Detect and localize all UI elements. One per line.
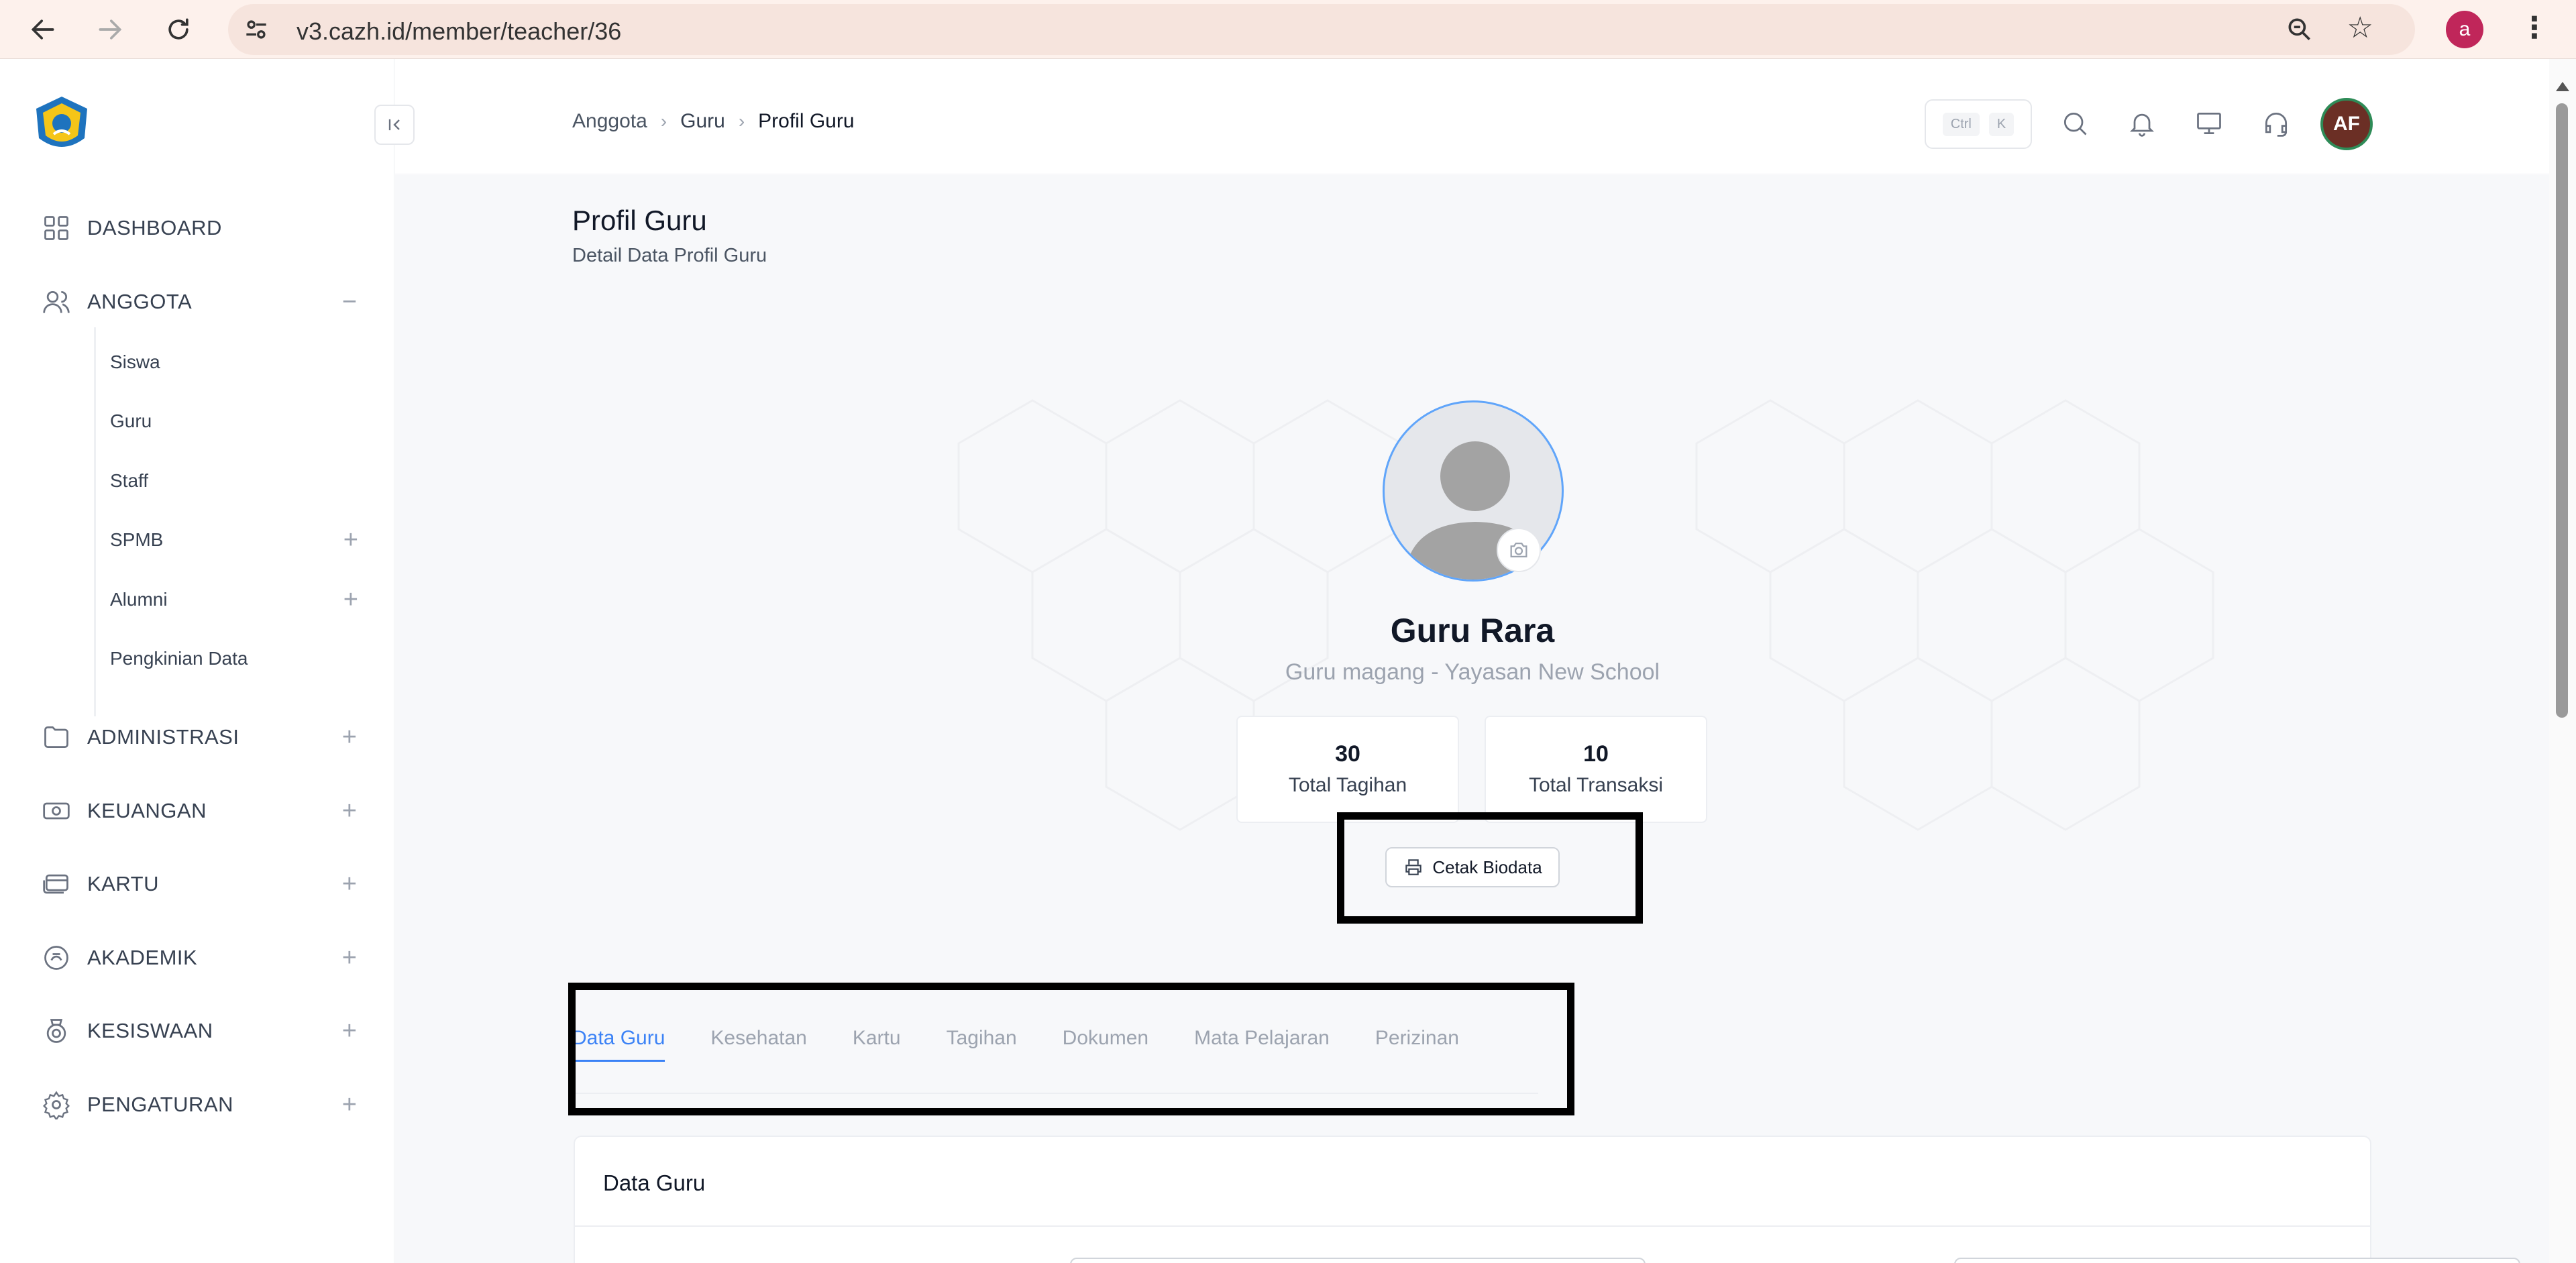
sidebar-subitem-label: Siswa <box>110 351 160 372</box>
page-subtitle: Detail Data Profil Guru <box>572 245 767 266</box>
reload-icon[interactable] <box>158 9 199 50</box>
sidebar-item-label: DASHBOARD <box>87 216 222 239</box>
camera-icon <box>1510 542 1527 558</box>
breadcrumb-anggota[interactable]: Anggota <box>572 110 647 133</box>
gear-icon <box>42 1091 70 1119</box>
sidebar-item-label: KEUANGAN <box>87 799 207 822</box>
divider <box>575 1225 2370 1227</box>
expand-toggle-icon[interactable]: + <box>342 1018 357 1044</box>
sidebar-item-keuangan[interactable]: KEUANGAN + <box>42 789 357 832</box>
sidebar-item-label: ANGGOTA <box>87 290 193 313</box>
profile-role: Guru magang - Yayasan New School <box>1285 659 1660 685</box>
grid-icon <box>44 216 68 240</box>
top-header: Anggota › Guru › Profil Guru Ctrl K AF <box>395 59 2549 174</box>
card-icon <box>43 874 68 894</box>
sidebar-subitem-label: Pengkinian Data <box>110 648 248 669</box>
sidebar-item-label: ADMINISTRASI <box>87 725 239 749</box>
sidebar-subitem-guru[interactable]: Guru <box>110 402 358 440</box>
headset-icon[interactable] <box>2261 109 2291 138</box>
kbd-ctrl: Ctrl <box>1942 112 1980 136</box>
expand-toggle-icon[interactable]: + <box>342 798 357 824</box>
bookmark-star-icon[interactable]: ☆ <box>2347 13 2373 43</box>
breadcrumb-guru[interactable]: Guru <box>680 110 725 133</box>
sidebar-subitem-spmb[interactable]: SPMB + <box>110 521 358 559</box>
expand-toggle-icon[interactable]: + <box>342 724 357 750</box>
page-scrollbar[interactable] <box>2549 59 2576 1263</box>
academic-icon <box>44 946 68 970</box>
profile-name: Guru Rara <box>1390 612 1555 649</box>
highlight-box <box>1337 812 1643 924</box>
back-arrow-icon[interactable] <box>23 9 63 50</box>
folder-icon <box>44 726 68 749</box>
expand-toggle-icon[interactable]: + <box>343 586 358 614</box>
zoom-icon[interactable] <box>2285 15 2314 44</box>
sidebar-subitem-siswa[interactable]: Siswa <box>110 343 358 381</box>
data-guru-card: Data Guru <box>574 1136 2520 1263</box>
highlight-box <box>568 983 1574 1115</box>
site-settings-icon[interactable] <box>241 15 271 44</box>
sidebar-subitem-label: Guru <box>110 410 152 431</box>
browser-toolbar: v3.cazh.id/member/teacher/36 ☆ a ⋮ <box>0 0 2576 59</box>
stat-value: 10 <box>1583 741 1609 767</box>
kbd-k: K <box>1988 112 2015 136</box>
chevron-right-icon: › <box>738 111 745 131</box>
expand-toggle-icon[interactable]: + <box>343 526 358 555</box>
breadcrumb: Anggota › Guru › Profil Guru <box>572 110 855 133</box>
page-title: Profil Guru <box>572 205 707 236</box>
form-field[interactable] <box>1954 1258 2520 1263</box>
cash-icon <box>43 802 70 820</box>
forward-arrow-icon[interactable] <box>90 9 130 50</box>
change-photo-button[interactable] <box>1497 528 1541 572</box>
submenu-line <box>94 327 96 716</box>
sidebar-item-administrasi[interactable]: ADMINISTRASI + <box>42 716 357 759</box>
sidebar-item-pengaturan[interactable]: PENGATURAN + <box>42 1083 357 1126</box>
sidebar-item-label: AKADEMIK <box>87 946 198 969</box>
badge-icon <box>46 1019 66 1043</box>
stat-total-transaksi: 10 Total Transaksi <box>1485 716 1707 823</box>
stat-value: 30 <box>1335 741 1360 767</box>
expand-toggle-icon[interactable]: + <box>342 1092 357 1117</box>
expand-toggle-icon[interactable]: + <box>342 945 357 971</box>
sidebar-item-label: KARTU <box>87 872 160 895</box>
sidebar-item-akademik[interactable]: AKADEMIK + <box>42 936 357 979</box>
sidebar-subitem-label: Alumni <box>110 589 168 610</box>
stat-label: Total Tagihan <box>1288 774 1407 796</box>
sidebar-item-anggota[interactable]: ANGGOTA − <box>42 280 357 323</box>
command-search-button[interactable]: Ctrl K <box>1925 99 2032 149</box>
sidebar: DASHBOARD ANGGOTA − Siswa Guru Staff SPM… <box>0 59 394 1263</box>
collapse-toggle-icon[interactable]: − <box>342 289 357 315</box>
browser-profile-avatar[interactable]: a <box>2446 11 2483 48</box>
user-avatar[interactable]: AF <box>2320 98 2373 150</box>
browser-menu-icon[interactable]: ⋮ <box>2520 11 2549 48</box>
sidebar-item-kartu[interactable]: KARTU + <box>42 863 357 905</box>
collapse-left-icon <box>388 119 400 131</box>
form-field[interactable] <box>1070 1258 1646 1263</box>
url-text[interactable]: v3.cazh.id/member/teacher/36 <box>297 17 621 46</box>
sidebar-subitem-staff[interactable]: Staff <box>110 462 358 500</box>
stat-label: Total Transaksi <box>1528 774 1664 796</box>
sidebar-collapse-button[interactable] <box>374 105 415 145</box>
sidebar-item-dashboard[interactable]: DASHBOARD <box>42 207 357 250</box>
search-icon[interactable] <box>2060 109 2090 138</box>
bell-icon[interactable] <box>2127 109 2157 138</box>
chevron-right-icon: › <box>660 111 667 131</box>
scroll-up-icon[interactable] <box>2556 82 2569 91</box>
school-logo[interactable] <box>31 94 93 156</box>
card-title: Data Guru <box>603 1170 706 1195</box>
sidebar-item-label: PENGATURAN <box>87 1093 234 1116</box>
users-icon <box>43 290 70 313</box>
sidebar-item-kesiswaan[interactable]: KESISWAAN + <box>42 1009 357 1052</box>
sidebar-subitem-alumni[interactable]: Alumni + <box>110 581 358 618</box>
sidebar-subitem-label: SPMB <box>110 529 164 550</box>
main-content: Profil Guru Detail Data Profil Guru Guru… <box>395 175 2549 1263</box>
sidebar-subitem-pengkinian-data[interactable]: Pengkinian Data <box>110 640 358 677</box>
scrollbar-thumb[interactable] <box>2556 103 2568 718</box>
expand-toggle-icon[interactable]: + <box>342 871 357 897</box>
address-bar[interactable]: v3.cazh.id/member/teacher/36 ☆ <box>228 4 2415 55</box>
sidebar-item-label: KESISWAAN <box>87 1019 213 1042</box>
sidebar-subitem-label: Staff <box>110 470 149 491</box>
stat-total-tagihan: 30 Total Tagihan <box>1236 716 1459 823</box>
breadcrumb-profil-guru: Profil Guru <box>758 110 855 132</box>
monitor-icon[interactable] <box>2194 109 2224 138</box>
